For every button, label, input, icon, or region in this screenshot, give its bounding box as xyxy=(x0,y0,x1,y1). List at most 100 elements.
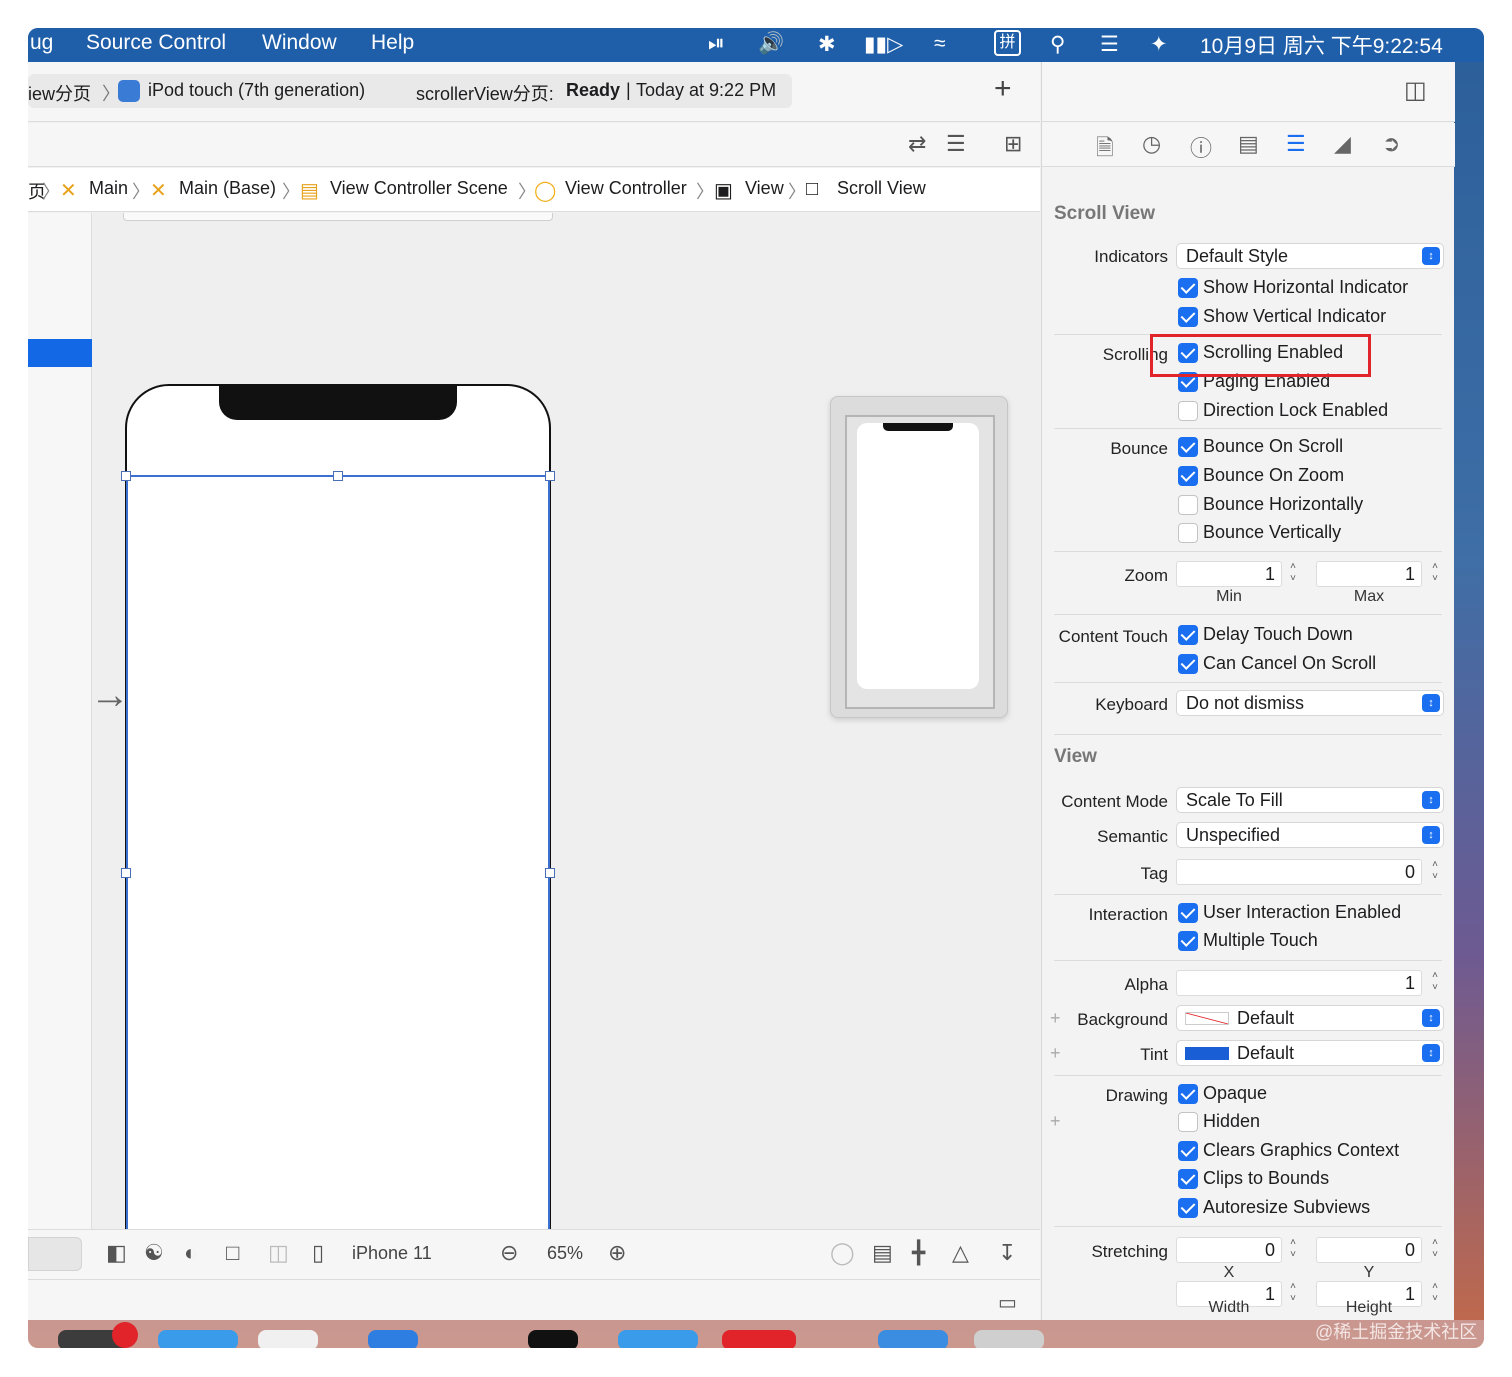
debug-area-toggle-icon[interactable]: ▭ xyxy=(998,1290,1017,1315)
bounce-horizontally-checkbox[interactable] xyxy=(1178,495,1198,515)
dock-app-icon[interactable] xyxy=(528,1330,578,1348)
background-popup[interactable]: Default ↕ xyxy=(1176,1005,1444,1031)
jumpbar-item-main[interactable]: Main xyxy=(89,178,128,199)
alpha-field[interactable]: 1 xyxy=(1176,970,1422,996)
menu-debug[interactable]: ug xyxy=(30,31,53,55)
menu-clock[interactable]: 10月9日 周六 下午9:22:54 xyxy=(1200,30,1443,60)
autoresize-subviews-checkbox[interactable] xyxy=(1178,1198,1198,1218)
swap-icon[interactable]: ⇄ xyxy=(908,131,926,157)
semantic-popup[interactable]: Unspecified ↕ xyxy=(1176,822,1444,848)
resolve-layout-icon[interactable]: △ xyxy=(952,1240,969,1266)
inspector-toggle-icon[interactable]: ◫ xyxy=(1404,76,1427,105)
stretching-x-field[interactable]: 0 xyxy=(1176,1237,1282,1263)
hidden-checkbox[interactable] xyxy=(1178,1112,1198,1132)
resize-handle[interactable] xyxy=(545,471,555,481)
stretching-y-field[interactable]: 0 xyxy=(1316,1237,1422,1263)
keyboard-popup[interactable]: Do not dismiss ↕ xyxy=(1176,690,1444,716)
clips-to-bounds-checkbox[interactable] xyxy=(1178,1169,1198,1189)
editor-options-icon[interactable]: ☰ xyxy=(946,131,966,157)
dock-app-icon[interactable] xyxy=(722,1330,796,1348)
scheme-name[interactable]: iew分页 xyxy=(28,80,91,106)
run-destination[interactable]: iPod touch (7th generation) xyxy=(148,80,365,101)
history-inspector-icon[interactable]: ◷ xyxy=(1142,131,1161,157)
dock-app-icon[interactable] xyxy=(618,1330,698,1348)
play-icon[interactable]: ⏯ xyxy=(708,32,725,56)
minimap[interactable] xyxy=(830,396,1008,718)
content-mode-popup[interactable]: Scale To Fill ↕ xyxy=(1176,787,1444,813)
zoom-out-icon[interactable]: ⊖ xyxy=(500,1240,518,1266)
input-method-icon[interactable]: 拼 xyxy=(994,30,1021,56)
device-icon[interactable]: ▯ xyxy=(312,1240,324,1266)
add-constraints-icon[interactable]: ╋ xyxy=(912,1240,925,1266)
menu-window[interactable]: Window xyxy=(262,31,337,55)
alpha-stepper[interactable]: ˄ ˅ xyxy=(1428,970,1442,996)
orientation-icon[interactable]: □ xyxy=(226,1240,239,1266)
dock-app-icon[interactable] xyxy=(158,1330,238,1348)
volume-icon[interactable]: 🔊 xyxy=(758,32,784,56)
zoom-max-field[interactable]: 1 xyxy=(1316,561,1422,587)
dock-app-icon[interactable] xyxy=(878,1330,948,1348)
bounce-on-scroll-checkbox[interactable] xyxy=(1178,437,1198,457)
zoom-in-icon[interactable]: ⊕ xyxy=(608,1240,626,1266)
connections-inspector-icon[interactable]: ➲ xyxy=(1382,131,1400,157)
zoom-min-stepper[interactable]: ˄ ˅ xyxy=(1286,561,1300,587)
help-inspector-icon[interactable]: ⓘ xyxy=(1190,131,1212,163)
wifi-icon[interactable]: ≈ xyxy=(934,32,946,56)
search-icon[interactable]: ⚲ xyxy=(1050,32,1065,57)
stretching-height-stepper[interactable]: ˄ ˅ xyxy=(1428,1281,1442,1307)
resize-handle[interactable] xyxy=(333,471,343,481)
attributes-inspector-icon[interactable]: ☰ xyxy=(1286,131,1306,157)
dock-app-icon[interactable] xyxy=(258,1330,318,1348)
multiple-touch-checkbox[interactable] xyxy=(1178,931,1198,951)
show-vertical-indicator-checkbox[interactable] xyxy=(1178,307,1198,327)
jumpbar-item-scroll-view[interactable]: Scroll View xyxy=(837,178,926,199)
file-inspector-icon[interactable]: 🗎 xyxy=(1096,131,1114,169)
menu-source-control[interactable]: Source Control xyxy=(86,31,226,55)
tint-popup[interactable]: Default ↕ xyxy=(1176,1040,1444,1066)
resize-handle[interactable] xyxy=(121,868,131,878)
stretching-y-stepper[interactable]: ˄ ˅ xyxy=(1428,1237,1442,1263)
outline-selected-row[interactable] xyxy=(28,339,92,367)
add-editor-icon[interactable]: ⊞ xyxy=(1004,131,1022,157)
dock-app-icon[interactable] xyxy=(974,1330,1044,1348)
stretching-width-stepper[interactable]: ˄ ˅ xyxy=(1286,1281,1300,1307)
align-icon[interactable]: ▤ xyxy=(872,1240,893,1266)
resize-handle[interactable] xyxy=(121,471,131,481)
dock-app-icon[interactable] xyxy=(368,1330,418,1348)
zoom-max-stepper[interactable]: ˄ ˅ xyxy=(1428,561,1442,587)
accessibility-icon[interactable]: ☯ xyxy=(144,1240,164,1266)
can-cancel-on-scroll-checkbox[interactable] xyxy=(1178,654,1198,674)
direction-lock-enabled-checkbox[interactable] xyxy=(1178,401,1198,421)
bounce-vertically-checkbox[interactable] xyxy=(1178,523,1198,543)
identity-inspector-icon[interactable]: ▤ xyxy=(1238,131,1259,157)
control-center-icon[interactable]: ☰ xyxy=(1100,32,1119,57)
outline-toggle-icon[interactable]: ◧ xyxy=(106,1240,127,1266)
tag-stepper[interactable]: ˄ ˅ xyxy=(1428,859,1442,885)
split-icon[interactable]: ◫ xyxy=(268,1240,289,1266)
update-frames-icon[interactable]: ◯ xyxy=(830,1240,855,1266)
delay-touch-down-checkbox[interactable] xyxy=(1178,625,1198,645)
jumpbar-item-view-controller[interactable]: View Controller xyxy=(565,178,687,199)
clears-graphics-context-checkbox[interactable] xyxy=(1178,1141,1198,1161)
battery-icon[interactable]: ▮▮▷ xyxy=(864,32,903,57)
size-inspector-icon[interactable]: ◢ xyxy=(1334,131,1351,157)
tag-field[interactable]: 0 xyxy=(1176,859,1422,885)
bluetooth-icon[interactable]: ✱ xyxy=(818,32,836,57)
siri-icon[interactable]: ✦ xyxy=(1150,32,1168,57)
appearance-icon[interactable]: ◐ xyxy=(184,1240,197,1266)
jumpbar-item-main-base[interactable]: Main (Base) xyxy=(179,178,276,199)
user-interaction-enabled-checkbox[interactable] xyxy=(1178,903,1198,923)
device-config-label[interactable]: iPhone 11 xyxy=(352,1243,432,1264)
scroll-view-selection[interactable] xyxy=(126,475,550,1269)
zoom-min-field[interactable]: 1 xyxy=(1176,561,1282,587)
bounce-on-zoom-checkbox[interactable] xyxy=(1178,466,1198,486)
filter-field[interactable] xyxy=(28,1237,82,1271)
add-variation-icon[interactable]: + xyxy=(1050,1111,1061,1132)
storyboard-canvas[interactable] xyxy=(28,213,1040,1304)
resize-handle[interactable] xyxy=(545,868,555,878)
embed-in-icon[interactable]: ↧ xyxy=(998,1240,1016,1266)
opaque-checkbox[interactable] xyxy=(1178,1084,1198,1104)
add-button[interactable]: + xyxy=(994,72,1012,106)
show-horizontal-indicator-checkbox[interactable] xyxy=(1178,278,1198,298)
jumpbar-item-scene[interactable]: View Controller Scene xyxy=(330,178,508,199)
